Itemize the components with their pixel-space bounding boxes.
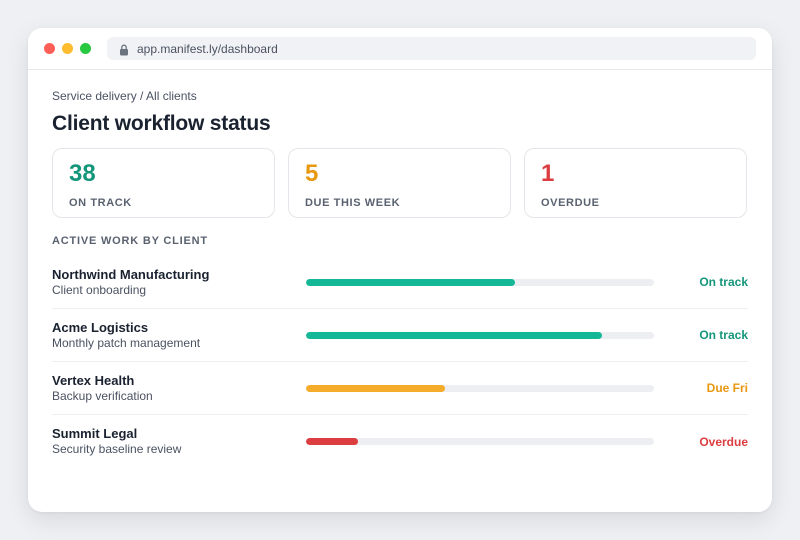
breadcrumb[interactable]: Service delivery / All clients bbox=[52, 89, 748, 103]
lock-icon bbox=[119, 43, 129, 55]
section-title: ACTIVE WORK BY CLIENT bbox=[52, 235, 208, 247]
client-row[interactable]: Summit Legal Security baseline review Ov… bbox=[52, 415, 748, 468]
client-name: Summit Legal bbox=[52, 426, 138, 441]
client-workflow: Client onboarding bbox=[52, 282, 147, 297]
progress-bar bbox=[306, 384, 654, 392]
browser-titlebar: app.manifest.ly/dashboard bbox=[28, 28, 772, 70]
summary-card-on-track[interactable]: 38 ON TRACK bbox=[52, 148, 275, 218]
summary-card-overdue[interactable]: 1 OVERDUE bbox=[524, 148, 747, 218]
summary-label: DUE THIS WEEK bbox=[305, 197, 401, 209]
progress-fill bbox=[306, 384, 446, 392]
progress-fill bbox=[306, 438, 359, 445]
browser-window: app.manifest.ly/dashboard Service delive… bbox=[28, 28, 772, 512]
client-list: Northwind Manufacturing Client onboardin… bbox=[52, 256, 748, 468]
dashboard-content: Service delivery / All clients Client wo… bbox=[28, 70, 772, 468]
summary-value: 5 bbox=[305, 160, 319, 187]
client-name: Northwind Manufacturing bbox=[52, 266, 210, 282]
client-info: Summit Legal Security baseline review bbox=[52, 426, 306, 457]
progress-bar bbox=[306, 438, 654, 445]
status-label: On track bbox=[699, 275, 748, 289]
address-bar[interactable]: app.manifest.ly/dashboard bbox=[107, 37, 756, 60]
client-row[interactable]: Northwind Manufacturing Client onboardin… bbox=[52, 256, 748, 309]
client-info: Acme Logistics Monthly patch management bbox=[52, 320, 306, 351]
status-label: On track bbox=[699, 328, 748, 342]
client-name: Vertex Health bbox=[52, 372, 135, 388]
client-workflow: Security baseline review bbox=[52, 442, 182, 456]
address-url: app.manifest.ly/dashboard bbox=[137, 41, 278, 56]
client-info: Northwind Manufacturing Client onboardin… bbox=[52, 267, 306, 298]
status-label: Overdue bbox=[699, 434, 748, 449]
progress-fill bbox=[306, 278, 515, 286]
status-label: Due Fri bbox=[706, 381, 748, 395]
summary-card-due-this-week[interactable]: 5 DUE THIS WEEK bbox=[288, 148, 511, 218]
progress-bar bbox=[306, 278, 654, 286]
maximize-window-button[interactable] bbox=[80, 43, 91, 54]
close-window-button[interactable] bbox=[44, 43, 55, 54]
minimize-window-button[interactable] bbox=[62, 43, 73, 54]
progress-bar bbox=[306, 331, 654, 339]
client-workflow: Backup verification bbox=[52, 388, 153, 403]
summary-value: 38 bbox=[69, 160, 96, 187]
client-row[interactable]: Acme Logistics Monthly patch management … bbox=[52, 309, 748, 362]
page-title: Client workflow status bbox=[52, 112, 271, 135]
client-info: Vertex Health Backup verification bbox=[52, 373, 306, 404]
client-name: Acme Logistics bbox=[52, 319, 149, 335]
summary-label: ON TRACK bbox=[69, 197, 132, 209]
summary-cards: 38 ON TRACK 5 DUE THIS WEEK 1 OVERDUE bbox=[52, 148, 748, 218]
client-row[interactable]: Vertex Health Backup verification Due Fr… bbox=[52, 362, 748, 415]
client-workflow: Monthly patch management bbox=[52, 335, 201, 350]
progress-fill bbox=[306, 331, 602, 339]
summary-value: 1 bbox=[541, 160, 555, 187]
summary-label: OVERDUE bbox=[541, 197, 600, 209]
